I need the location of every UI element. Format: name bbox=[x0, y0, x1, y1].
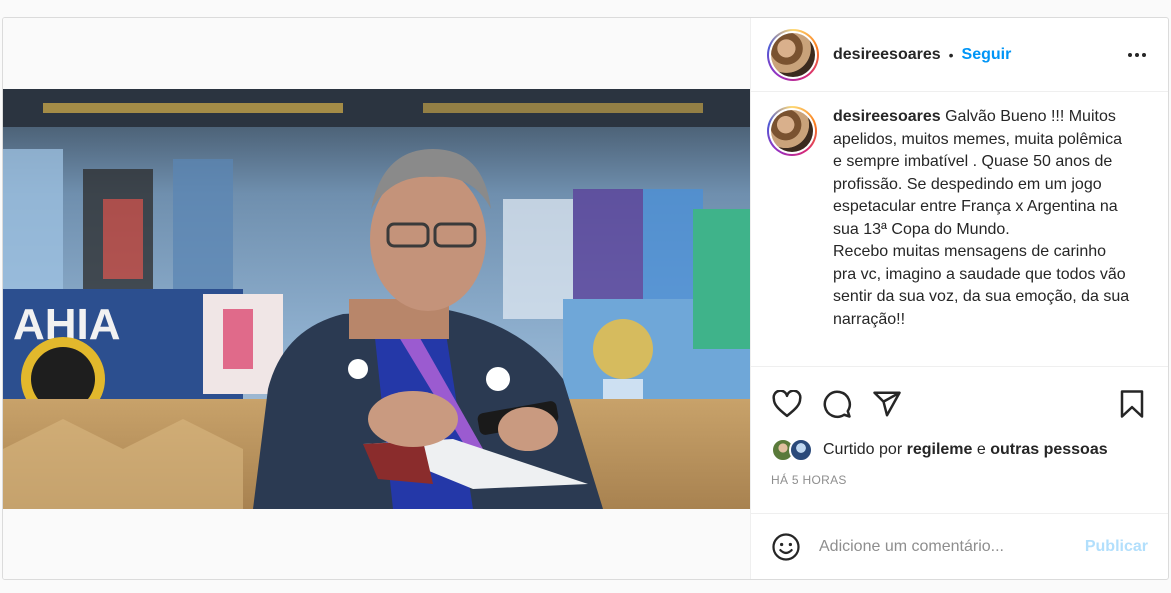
comment-icon[interactable] bbox=[821, 388, 853, 420]
caption-username[interactable]: desireesoares bbox=[833, 108, 941, 125]
caption-avatar[interactable] bbox=[767, 106, 817, 156]
instagram-post: AHIA desireesoares • Seguir desireesoare… bbox=[2, 17, 1169, 580]
likes-conj: e bbox=[976, 441, 986, 458]
avatar[interactable] bbox=[767, 28, 819, 81]
post-sidebar: desireesoares • Seguir desireesoares Gal… bbox=[750, 18, 1168, 579]
caption-area: desireesoares Galvão Bueno !!! Muitos ap… bbox=[751, 92, 1168, 367]
post-timestamp[interactable]: HÁ 5 HORAS bbox=[751, 467, 1168, 503]
more-options-icon[interactable] bbox=[1122, 47, 1152, 63]
caption-text: Galvão Bueno !!! Muitos apelidos, muitos… bbox=[833, 108, 1130, 328]
liker-username[interactable]: regileme bbox=[907, 441, 973, 459]
action-bar bbox=[751, 367, 1168, 433]
likes-summary: Curtido por regileme e outras pessoas bbox=[751, 433, 1168, 467]
likes-prefix: Curtido por bbox=[823, 441, 903, 458]
share-icon[interactable] bbox=[871, 388, 903, 420]
publish-button[interactable]: Publicar bbox=[1085, 538, 1148, 556]
separator-dot: • bbox=[948, 46, 954, 63]
comment-input[interactable] bbox=[819, 537, 1085, 556]
post-photo[interactable]: AHIA bbox=[3, 89, 750, 509]
caption: desireesoares Galvão Bueno !!! Muitos ap… bbox=[833, 106, 1133, 366]
bookmark-icon[interactable] bbox=[1116, 388, 1148, 420]
username-link[interactable]: desireesoares bbox=[833, 46, 941, 64]
heart-icon[interactable] bbox=[771, 388, 803, 420]
post-media: AHIA bbox=[3, 18, 750, 579]
emoji-icon[interactable] bbox=[771, 532, 801, 562]
follow-button[interactable]: Seguir bbox=[962, 46, 1012, 64]
liker-avatars[interactable] bbox=[771, 438, 815, 462]
post-header: desireesoares • Seguir bbox=[751, 18, 1168, 92]
stadium-photo: AHIA bbox=[3, 89, 750, 509]
likes-others-link[interactable]: outras pessoas bbox=[990, 441, 1107, 459]
comment-bar: Publicar bbox=[751, 513, 1168, 579]
